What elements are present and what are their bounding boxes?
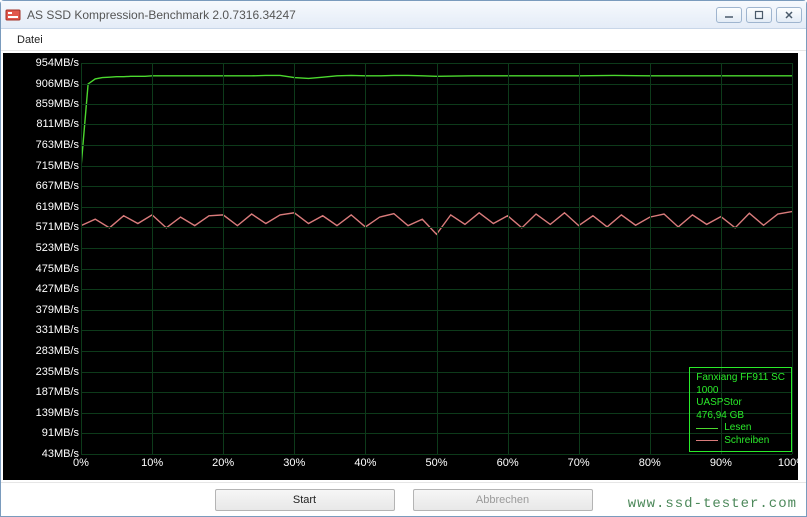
app-window: AS SSD Kompression-Benchmark 2.0.7316.34… [0, 0, 807, 517]
window-buttons [716, 7, 802, 23]
legend-device: Fanxiang FF911 SC [696, 372, 785, 385]
legend-write-label: Schreiben [724, 435, 769, 448]
x-tick-label: 40% [354, 454, 376, 469]
y-tick-label: 331MB/s [36, 324, 81, 336]
y-tick-label: 619MB/s [36, 201, 81, 213]
legend-capacity: 476,94 GB [696, 410, 785, 423]
y-tick-label: 715MB/s [36, 160, 81, 172]
titlebar: AS SSD Kompression-Benchmark 2.0.7316.34… [1, 1, 806, 29]
legend-write-row: Schreiben [696, 435, 785, 448]
x-tick-label: 20% [212, 454, 234, 469]
x-tick-label: 60% [497, 454, 519, 469]
x-tick-label: 30% [283, 454, 305, 469]
grid-v [294, 63, 295, 454]
y-tick-label: 571MB/s [36, 221, 81, 233]
grid-v [152, 63, 153, 454]
x-tick-label: 90% [710, 454, 732, 469]
grid-v [81, 63, 82, 454]
app-icon [5, 7, 21, 23]
y-tick-label: 859MB/s [36, 98, 81, 110]
grid-v [508, 63, 509, 454]
menubar: Datei [1, 29, 806, 51]
grid-v [437, 63, 438, 454]
menu-file[interactable]: Datei [9, 32, 51, 48]
y-tick-label: 667MB/s [36, 180, 81, 192]
chart-area: 43MB/s91MB/s139MB/s187MB/s235MB/s283MB/s… [3, 53, 798, 480]
y-tick-label: 379MB/s [36, 304, 81, 316]
grid-v [650, 63, 651, 454]
legend-device-2: 1000 [696, 385, 785, 398]
x-tick-label: 70% [568, 454, 590, 469]
x-tick-label: 10% [141, 454, 163, 469]
y-tick-label: 235MB/s [36, 366, 81, 378]
legend-write-swatch [696, 440, 718, 441]
chart-container: 43MB/s91MB/s139MB/s187MB/s235MB/s283MB/s… [1, 51, 806, 482]
legend-read-label: Lesen [724, 422, 751, 435]
cancel-button: Abbrechen [413, 489, 593, 511]
maximize-button[interactable] [746, 7, 772, 23]
plot-region: 43MB/s91MB/s139MB/s187MB/s235MB/s283MB/s… [81, 63, 792, 454]
y-tick-label: 523MB/s [36, 242, 81, 254]
start-button[interactable]: Start [215, 489, 395, 511]
legend-driver: UASPStor [696, 397, 785, 410]
y-tick-label: 91MB/s [42, 427, 81, 439]
y-tick-label: 811MB/s [36, 118, 81, 130]
y-tick-label: 427MB/s [36, 283, 81, 295]
x-tick-label: 50% [425, 454, 447, 469]
x-tick-label: 0% [73, 454, 89, 469]
y-tick-label: 139MB/s [36, 407, 81, 419]
legend-box: Fanxiang FF911 SC 1000 UASPStor 476,94 G… [689, 367, 792, 452]
legend-read-swatch [696, 428, 718, 429]
minimize-button[interactable] [716, 7, 742, 23]
y-tick-label: 954MB/s [36, 57, 81, 69]
button-row: Start Abbrechen [1, 482, 806, 516]
grid-v [223, 63, 224, 454]
y-tick-label: 763MB/s [36, 139, 81, 151]
x-tick-label: 100% [778, 454, 798, 469]
close-button[interactable] [776, 7, 802, 23]
y-tick-label: 906MB/s [36, 78, 81, 90]
window-title: AS SSD Kompression-Benchmark 2.0.7316.34… [27, 8, 716, 22]
y-tick-label: 187MB/s [36, 386, 81, 398]
x-tick-label: 80% [639, 454, 661, 469]
grid-v [579, 63, 580, 454]
y-tick-label: 475MB/s [36, 263, 81, 275]
grid-v [792, 63, 793, 454]
grid-v [365, 63, 366, 454]
y-tick-label: 283MB/s [36, 345, 81, 357]
legend-read-row: Lesen [696, 422, 785, 435]
